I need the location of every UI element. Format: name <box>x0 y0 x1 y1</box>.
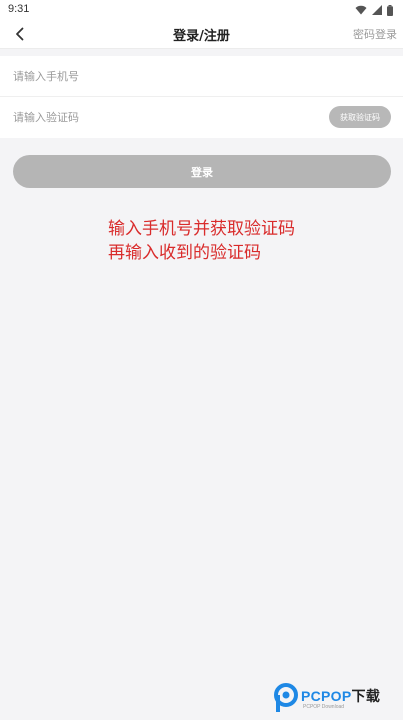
phone-input[interactable] <box>13 66 313 86</box>
get-code-button[interactable]: 获取验证码 <box>329 106 391 128</box>
status-icons <box>355 4 393 16</box>
watermark-brand-en: PCPOP <box>301 688 352 704</box>
watermark-brand-cn: 下载 <box>351 689 381 705</box>
password-login-link[interactable]: 密码登录 <box>353 26 397 42</box>
annotation-line-2: 再输入收到的验证码 <box>108 243 261 263</box>
verification-code-input[interactable] <box>13 107 313 127</box>
phone-row <box>0 56 403 97</box>
annotation-line-1: 输入手机号并获取验证码 <box>108 219 295 239</box>
watermark-brand: PCPOP下载 <box>301 686 380 706</box>
login-button[interactable]: 登录 <box>13 155 391 188</box>
watermark: PCPOP下载 PCPOP Download <box>273 682 397 716</box>
battery-icon <box>387 4 393 16</box>
status-time: 9:31 <box>8 3 30 15</box>
pcpop-logo-icon <box>274 683 298 712</box>
signal-icon <box>372 5 382 15</box>
page-title: 登录/注册 <box>173 29 230 44</box>
login-form: 获取验证码 <box>0 56 403 138</box>
status-bar: 9:31 <box>0 0 403 20</box>
watermark-subtitle: PCPOP Download <box>303 704 345 710</box>
code-row: 获取验证码 <box>0 97 403 137</box>
instruction-annotation: 输入手机号并获取验证码 再输入收到的验证码 <box>108 217 368 265</box>
wifi-icon <box>355 5 367 15</box>
nav-bar: 登录/注册 密码登录 <box>0 20 403 49</box>
